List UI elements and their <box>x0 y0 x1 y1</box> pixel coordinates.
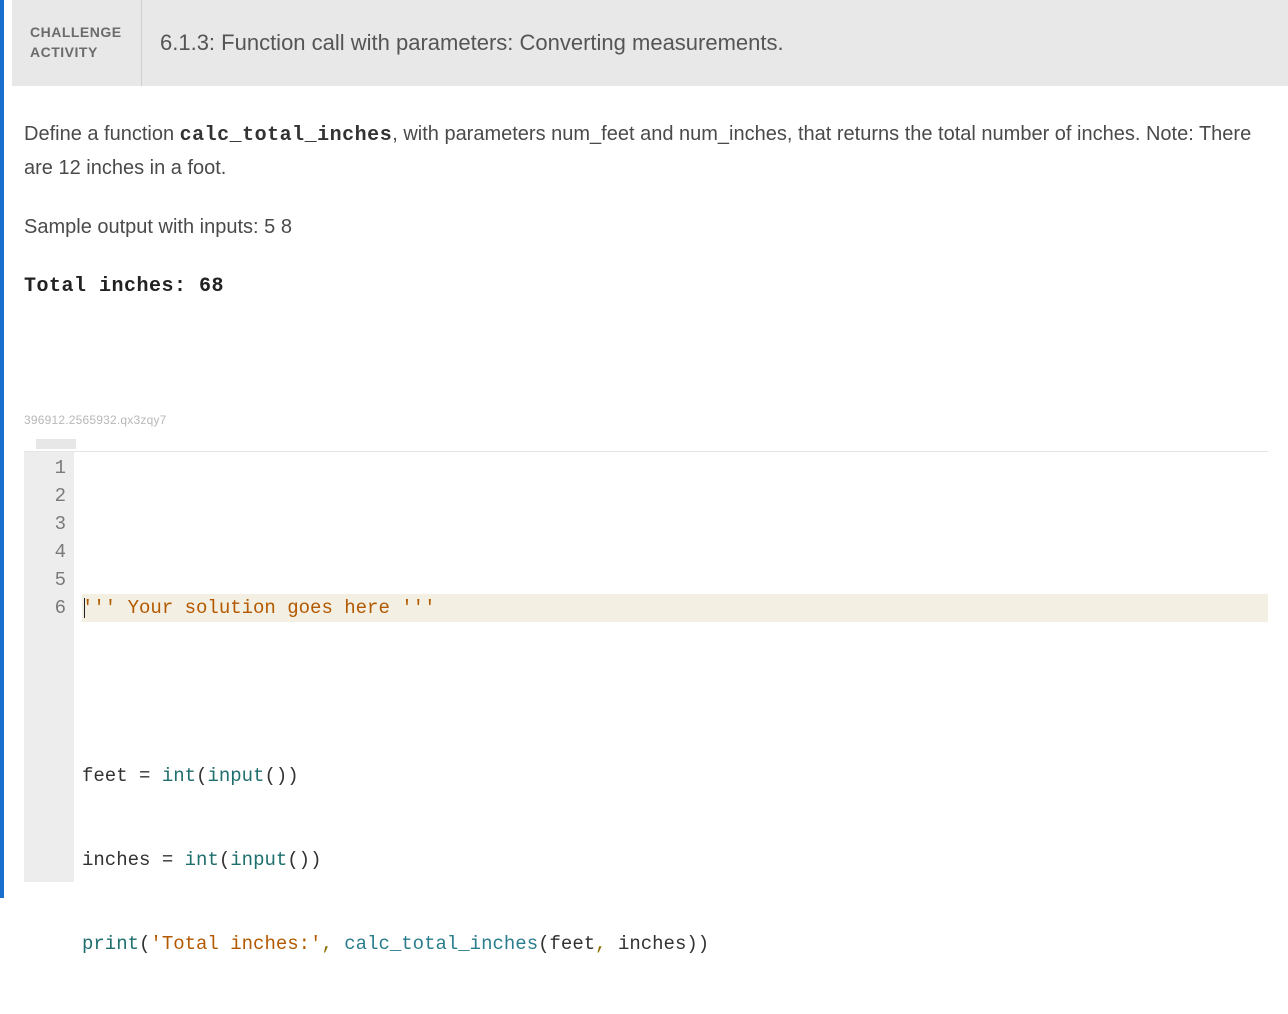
token-identifier: inches <box>82 849 150 871</box>
problem-pre-text: Define a function <box>24 123 180 145</box>
line-number: 2 <box>38 482 66 510</box>
token-paren: ( <box>196 765 207 787</box>
line-number: 5 <box>38 566 66 594</box>
line-number: 6 <box>38 594 66 622</box>
token-paren: )) <box>686 933 709 955</box>
token-builtin-int: int <box>162 765 196 787</box>
sample-output-value: Total inches: 68 <box>24 270 1268 303</box>
token-string: 'Total inches:' <box>150 933 321 955</box>
instance-id: 396912.2565932.qx3zqy7 <box>4 413 1288 427</box>
token-string-close: ''' <box>401 597 435 619</box>
code-line-1[interactable] <box>82 510 1268 538</box>
token-string-open: ''' <box>82 597 128 619</box>
token-arg: inches <box>618 933 686 955</box>
activity-header: CHALLENGE ACTIVITY 6.1.3: Function call … <box>12 0 1288 86</box>
code-line-6[interactable]: print('Total inches:', calc_total_inches… <box>82 930 1268 958</box>
line-number: 4 <box>38 538 66 566</box>
token-builtin-print: print <box>82 933 139 955</box>
editor-bookmark-strip <box>36 439 76 449</box>
code-line-3[interactable] <box>82 678 1268 706</box>
code-area[interactable]: ''' Your solution goes here ''' feet = i… <box>74 452 1268 882</box>
activity-title: 6.1.3: Function call with parameters: Co… <box>142 0 784 86</box>
line-number-gutter: 1 2 3 4 5 6 <box>24 452 74 882</box>
token-paren: ( <box>219 849 230 871</box>
token-builtin-input: input <box>230 849 287 871</box>
token-comma: , <box>595 933 618 955</box>
token-arg: feet <box>550 933 596 955</box>
code-line-5[interactable]: inches = int(input()) <box>82 846 1268 874</box>
code-line-2[interactable]: ''' Your solution goes here ''' <box>82 594 1268 622</box>
token-paren: ()) <box>264 765 298 787</box>
token-identifier: feet <box>82 765 128 787</box>
code-editor-container: 1 2 3 4 5 6 ''' Your solution goes here … <box>24 439 1268 882</box>
token-builtin-int: int <box>185 849 219 871</box>
token-operator: = <box>150 849 184 871</box>
code-line-4[interactable]: feet = int(input()) <box>82 762 1268 790</box>
token-paren: ( <box>538 933 549 955</box>
token-paren: ()) <box>287 849 321 871</box>
activity-tag-line1: CHALLENGE <box>30 23 141 43</box>
token-paren: ( <box>139 933 150 955</box>
token-call: calc_total_inches <box>344 933 538 955</box>
token-operator: = <box>128 765 162 787</box>
activity-tag-line2: ACTIVITY <box>30 43 141 63</box>
line-number: 3 <box>38 510 66 538</box>
token-comma: , <box>321 933 344 955</box>
challenge-activity-page: CHALLENGE ACTIVITY 6.1.3: Function call … <box>0 0 1288 898</box>
code-editor[interactable]: 1 2 3 4 5 6 ''' Your solution goes here … <box>24 451 1268 882</box>
sample-output-label: Sample output with inputs: 5 8 <box>24 211 1268 244</box>
problem-statement: Define a function calc_total_inches, wit… <box>24 118 1268 185</box>
function-name-code: calc_total_inches <box>180 124 393 147</box>
activity-tag: CHALLENGE ACTIVITY <box>12 0 142 86</box>
token-string-text: Your solution goes here <box>128 597 402 619</box>
token-builtin-input: input <box>207 765 264 787</box>
line-number: 1 <box>38 454 66 482</box>
activity-description: Define a function calc_total_inches, wit… <box>4 86 1288 303</box>
